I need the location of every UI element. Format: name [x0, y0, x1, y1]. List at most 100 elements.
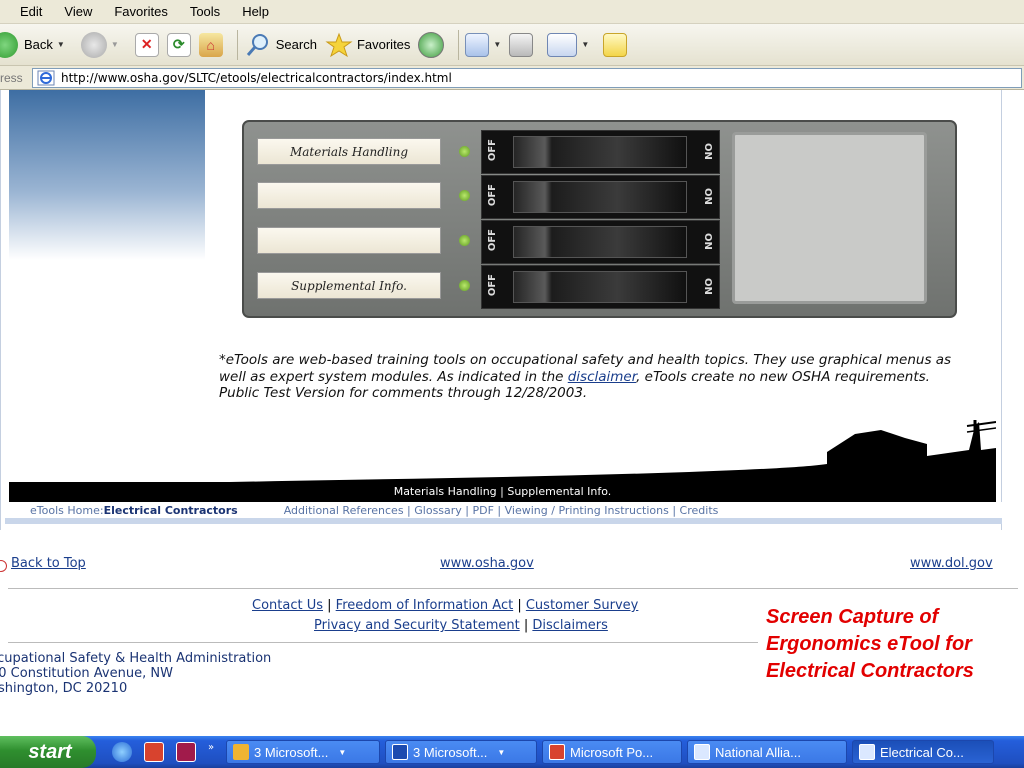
edit-button[interactable]: ▼: [547, 28, 589, 62]
foia-link[interactable]: Freedom of Information Act: [336, 598, 514, 613]
chevron-down-icon: ▼: [338, 747, 347, 757]
quick-launch-more-icon[interactable]: »: [208, 742, 214, 753]
task-label: Electrical Co...: [880, 744, 964, 760]
stop-button[interactable]: ✕: [134, 28, 159, 62]
breaker-label-blank-2: [257, 227, 441, 254]
ie-icon[interactable]: [112, 742, 132, 762]
disclaimers-link[interactable]: Disclaimers: [532, 618, 608, 633]
breaker-label-supplemental-info[interactable]: Supplemental Info.: [257, 272, 441, 299]
osha-gov-link[interactable]: www.osha.gov: [440, 556, 534, 571]
back-arrow-icon: [0, 31, 18, 58]
toolbar-separator: [236, 29, 238, 60]
menu-favorites[interactable]: Favorites: [114, 4, 167, 19]
forward-button[interactable]: ▼: [80, 28, 119, 62]
osha-address: ccupational Safety & Health Administrati…: [0, 651, 271, 696]
windows-taskbar: start » 3 Microsoft... ▼ 3 Microsoft... …: [0, 736, 1024, 768]
address-line: 00 Constitution Avenue, NW: [0, 666, 173, 681]
etools-intro-text: *eTools are web-based training tools on …: [219, 352, 959, 402]
powerpoint-icon[interactable]: [144, 742, 164, 762]
menu-view[interactable]: View: [64, 4, 92, 19]
favorites-button[interactable]: Favorites: [325, 28, 410, 62]
star-icon: [325, 32, 353, 57]
toolbar-separator: [458, 29, 460, 60]
favorites-label: Favorites: [356, 37, 411, 52]
mail-icon: [465, 32, 490, 57]
back-button[interactable]: Back ▼: [0, 28, 65, 62]
word-icon: [392, 744, 408, 760]
address-bar: ress http://www.osha.gov/SLTC/etools/ele…: [0, 66, 1024, 90]
search-label: Search: [275, 37, 317, 52]
ie-page-icon: [694, 744, 710, 760]
led-indicator: [459, 280, 470, 291]
page-viewport: Materials Handling Supplemental Info. OF…: [0, 90, 1024, 714]
section-nav-links[interactable]: Materials Handling | Supplemental Info.: [394, 485, 612, 498]
back-to-top-link[interactable]: Back to Top: [11, 556, 86, 571]
switch-on-label: ON: [702, 188, 713, 205]
chevron-down-icon: ▼: [497, 747, 506, 757]
footer-top-links: Back to Top www.osha.gov www.dol.gov: [0, 556, 1024, 576]
breaker-switch[interactable]: OFF ON: [481, 265, 720, 309]
taskbar-item-outlook[interactable]: 3 Microsoft... ▼: [226, 740, 380, 764]
black-section-nav: Materials Handling | Supplemental Info.: [9, 482, 996, 501]
address-url: http://www.osha.gov/SLTC/etools/electric…: [61, 70, 452, 85]
task-label: National Allia...: [715, 744, 801, 760]
address-input[interactable]: http://www.osha.gov/SLTC/etools/electric…: [32, 67, 1022, 88]
taskbar-item-powerpoint[interactable]: Microsoft Po...: [542, 740, 682, 764]
chevron-down-icon[interactable]: ▼: [581, 40, 589, 49]
address-line: ccupational Safety & Health Administrati…: [0, 651, 272, 666]
menu-help[interactable]: Help: [242, 4, 269, 19]
etools-home-link[interactable]: eTools Home: [30, 504, 100, 517]
switch-toggle: [513, 226, 687, 258]
footer-divider: [8, 588, 1018, 589]
footer-divider: [8, 642, 758, 643]
customer-survey-link[interactable]: Customer Survey: [526, 598, 639, 613]
search-button[interactable]: Search: [244, 28, 317, 62]
printer-icon: [509, 32, 534, 57]
switch-on-label: ON: [702, 233, 713, 250]
discuss-button[interactable]: [603, 28, 628, 62]
breaker-switch[interactable]: OFF ON: [481, 130, 720, 174]
back-to-top-icon: [0, 560, 7, 572]
chevron-down-icon[interactable]: ▼: [111, 40, 119, 49]
refresh-button[interactable]: ⟳: [166, 28, 191, 62]
header-gradient: [9, 90, 205, 260]
chevron-down-icon[interactable]: ▼: [57, 40, 65, 49]
breaker-switch[interactable]: OFF ON: [481, 175, 720, 219]
breaker-switch[interactable]: OFF ON: [481, 220, 720, 264]
contact-us-link[interactable]: Contact Us: [252, 598, 323, 613]
menu-bar: Edit View Favorites Tools Help: [0, 0, 1024, 24]
menu-edit[interactable]: Edit: [20, 4, 42, 19]
switch-off-label: OFF: [487, 184, 498, 207]
access-icon[interactable]: [176, 742, 196, 762]
print-button[interactable]: [509, 28, 534, 62]
breaker-label-materials-handling[interactable]: Materials Handling: [257, 138, 441, 165]
task-label: Microsoft Po...: [570, 744, 654, 760]
dol-gov-link[interactable]: www.dol.gov: [910, 556, 993, 571]
taskbar-item-word[interactable]: 3 Microsoft... ▼: [385, 740, 537, 764]
panel-blank-plate: [732, 132, 927, 304]
switch-on-label: ON: [702, 143, 713, 160]
switch-off-label: OFF: [487, 139, 498, 162]
breaker-panel: Materials Handling Supplemental Info. OF…: [242, 120, 957, 318]
toolbar: Back ▼ ▼ ✕ ⟳ ⌂ Search Favorites ▼ ▼: [0, 24, 1024, 66]
switch-off-label: OFF: [487, 229, 498, 252]
footer-legal-row: Privacy and Security Statement | Disclai…: [314, 618, 608, 633]
chevron-down-icon[interactable]: ▼: [493, 40, 501, 49]
home-icon: ⌂: [198, 32, 223, 57]
disclaimer-link[interactable]: disclaimer: [568, 369, 636, 385]
stop-icon: ✕: [134, 32, 159, 57]
start-button[interactable]: start: [0, 736, 96, 768]
powerpoint-icon: [549, 744, 565, 760]
slide-caption: Screen Capture of Ergonomics eTool for E…: [766, 606, 974, 682]
edit-page-icon: [547, 32, 578, 57]
taskbar-item-electrical-contractors[interactable]: Electrical Co...: [852, 740, 994, 764]
mail-button[interactable]: ▼: [465, 28, 501, 62]
history-button[interactable]: [418, 28, 445, 62]
etools-resource-links[interactable]: Additional References | Glossary | PDF |…: [284, 504, 719, 517]
home-button[interactable]: ⌂: [198, 28, 223, 62]
breaker-label-blank-1: [257, 182, 441, 209]
taskbar-item-national-alliance[interactable]: National Allia...: [687, 740, 847, 764]
privacy-link[interactable]: Privacy and Security Statement: [314, 618, 520, 633]
task-label: 3 Microsoft...: [254, 744, 329, 760]
menu-tools[interactable]: Tools: [190, 4, 220, 19]
